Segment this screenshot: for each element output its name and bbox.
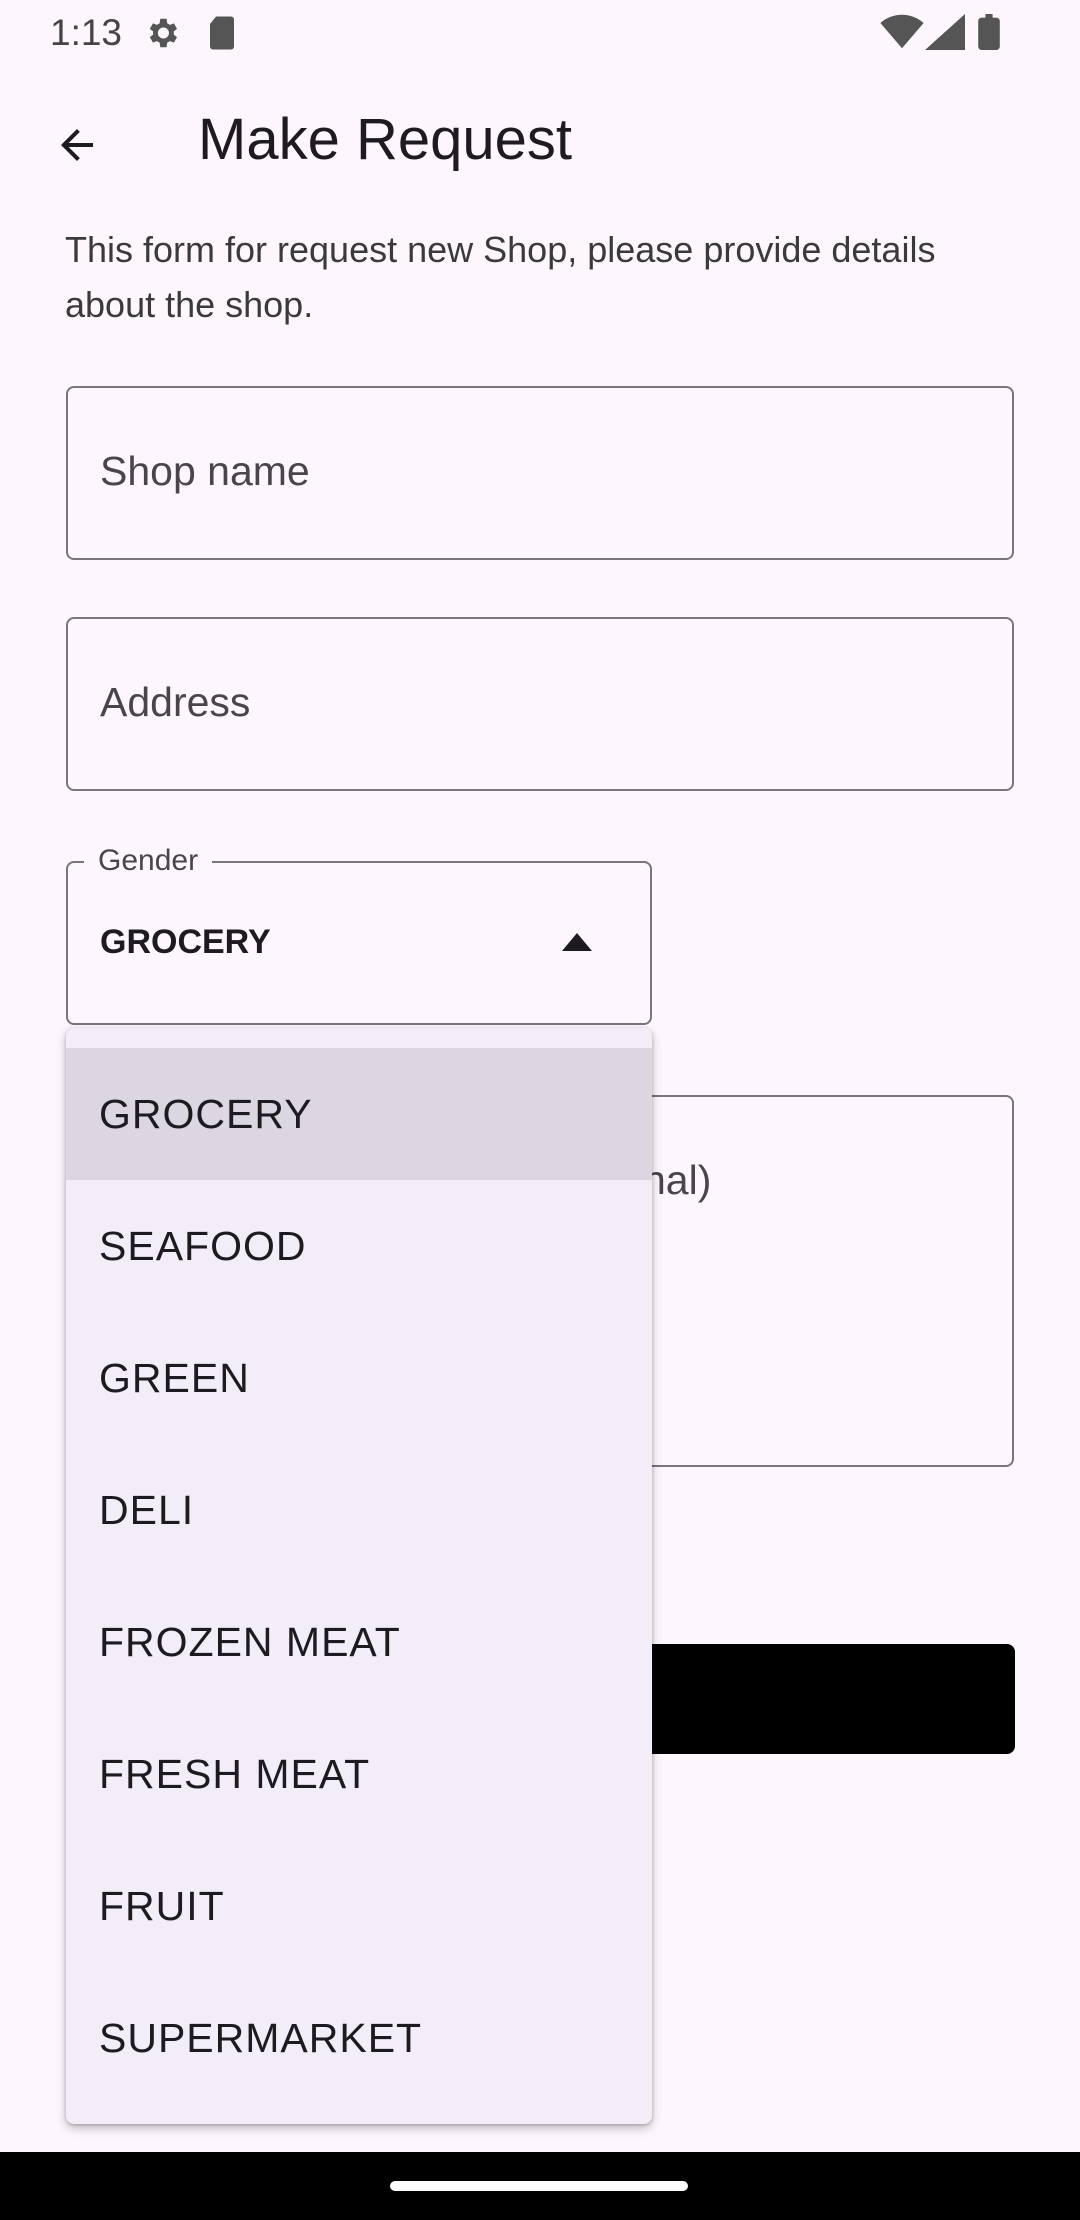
menu-item-fruit[interactable]: FRUIT bbox=[66, 1840, 652, 1972]
arrow-back-icon bbox=[53, 121, 101, 174]
status-time: 1:13 bbox=[50, 12, 123, 53]
gender-label: Gender bbox=[84, 844, 213, 878]
menu-item-frozen-meat[interactable]: FROZEN MEAT bbox=[66, 1576, 652, 1708]
caret-up-icon bbox=[562, 933, 592, 956]
gender-select[interactable]: Gender GROCERY bbox=[66, 844, 652, 1025]
menu-item-supermarket[interactable]: SUPERMARKET bbox=[66, 1972, 652, 2104]
address-placeholder: Address bbox=[100, 679, 251, 725]
page-title: Make Request bbox=[198, 107, 572, 172]
back-button[interactable] bbox=[40, 110, 114, 184]
form-description: This form for request new Shop, please p… bbox=[65, 229, 936, 325]
menu-item-deli[interactable]: DELI bbox=[66, 1444, 652, 1576]
menu-item-fresh-meat[interactable]: FRESH MEAT bbox=[66, 1708, 652, 1840]
shop-name-placeholder: Shop name bbox=[100, 448, 310, 494]
settings-icon bbox=[143, 14, 181, 57]
menu-item-seafood[interactable]: SEAFOOD bbox=[66, 1180, 652, 1312]
notes-placeholder: nal) bbox=[643, 1157, 712, 1203]
submit-button[interactable] bbox=[620, 1644, 1015, 1754]
menu-item-green[interactable]: GREEN bbox=[66, 1312, 652, 1444]
shop-name-field[interactable]: Shop name bbox=[66, 386, 1014, 560]
address-field[interactable]: Address bbox=[66, 617, 1014, 791]
home-gesture-handle[interactable] bbox=[390, 2181, 688, 2191]
sd-card-icon bbox=[207, 14, 237, 57]
wifi-icon bbox=[880, 14, 924, 55]
gender-selected-value: GROCERY bbox=[100, 923, 271, 961]
signal-icon bbox=[925, 14, 965, 55]
menu-item-grocery[interactable]: GROCERY bbox=[66, 1048, 652, 1180]
battery-icon bbox=[978, 14, 1000, 55]
gender-dropdown-menu: GROCERY SEAFOOD GREEN DELI FROZEN MEAT F… bbox=[66, 1028, 652, 2124]
